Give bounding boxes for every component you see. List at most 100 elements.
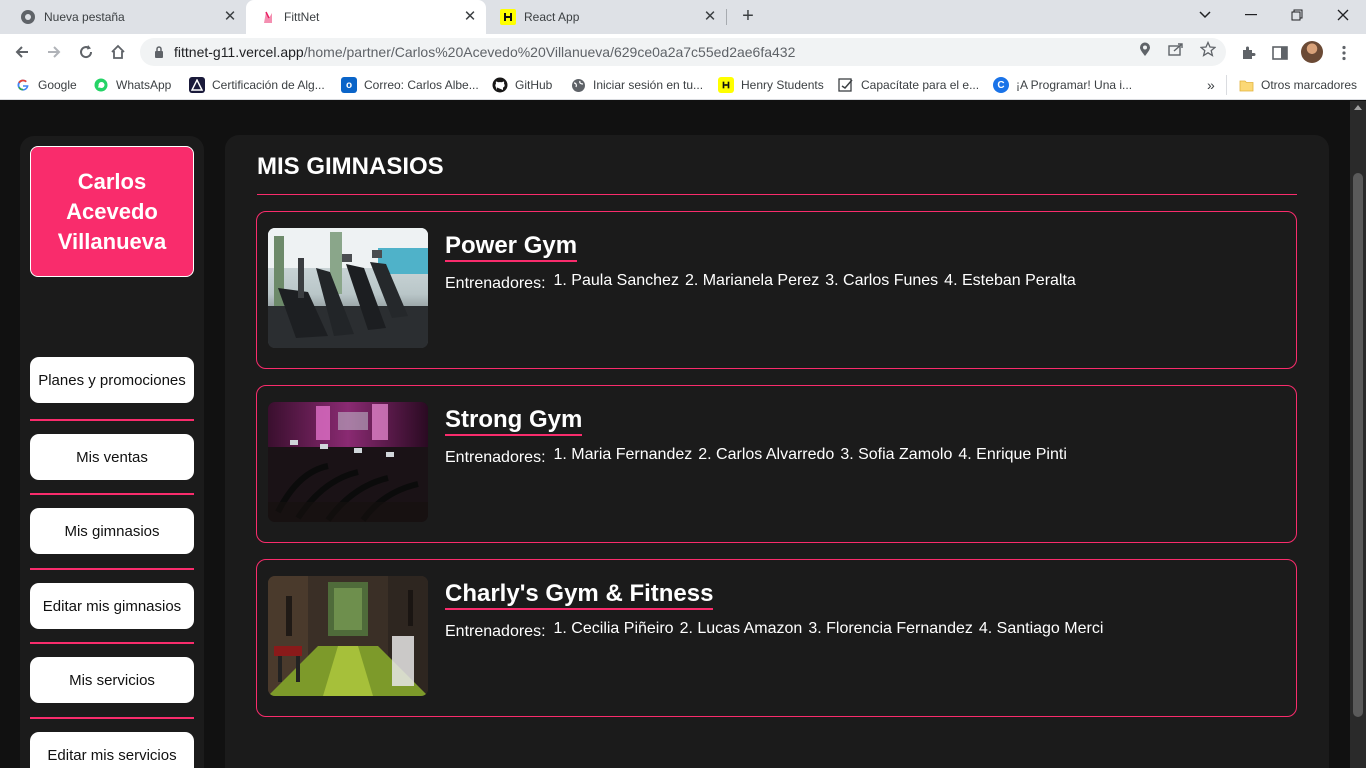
home-icon <box>111 44 125 59</box>
fittnet-icon <box>260 9 276 25</box>
partner-name: Carlos Acevedo Villanueva <box>57 168 167 254</box>
bookmark-iniciar-sesion[interactable]: Iniciar sesión en tu... <box>570 75 703 95</box>
bookmarks-overflow-button[interactable]: » <box>1207 75 1215 95</box>
tab-title: Nueva pestaña <box>44 10 125 24</box>
bookmark-whatsapp[interactable]: WhatsApp <box>93 75 171 95</box>
close-icon[interactable]: ✕ <box>462 9 478 25</box>
editar-mis-gimnasios-button[interactable]: Editar mis gimnasios <box>30 583 194 629</box>
bookmark-otros-marcadores[interactable]: Otros marcadores <box>1238 75 1357 95</box>
sidebar: Carlos Acevedo Villanueva Planes y promo… <box>20 136 204 768</box>
bookmark-label: Certificación de Alg... <box>212 78 325 92</box>
bookmark-label: Correo: Carlos Albe... <box>364 78 479 92</box>
bookmark-google[interactable]: Google <box>15 75 77 95</box>
trainers-list: Entrenadores: 1. Cecilia Piñeiro 2. Luca… <box>445 620 1109 640</box>
browser-toolbar: fittnet-g11.vercel.app/home/partner/Carl… <box>0 34 1366 70</box>
share-icon[interactable] <box>1167 40 1185 58</box>
gym-card: Power Gym Entrenadores: 1. Paula Sanchez… <box>256 211 1297 369</box>
bookmark-capacitate[interactable]: Capacítate para el e... <box>838 75 979 95</box>
button-label: Mis servicios <box>69 671 155 689</box>
bookmark-label: Henry Students <box>741 78 824 92</box>
bookmark-label: ¡A Programar! Una i... <box>1016 78 1133 92</box>
bookmark-certificacion[interactable]: Certificación de Alg... <box>189 75 325 95</box>
folder-icon <box>1238 77 1254 93</box>
programar-icon: C <box>993 77 1009 93</box>
close-icon[interactable]: ✕ <box>222 9 238 25</box>
editar-mis-servicios-button[interactable]: Editar mis servicios <box>30 732 194 768</box>
location-icon[interactable] <box>1136 40 1154 58</box>
button-label: Planes y promociones <box>38 371 186 389</box>
bookmark-label: Google <box>38 78 77 92</box>
close-icon[interactable]: ✕ <box>702 9 718 25</box>
home-button[interactable] <box>106 41 130 63</box>
bookmark-star-icon[interactable] <box>1199 40 1217 58</box>
bookmark-correo[interactable]: o Correo: Carlos Albe... <box>341 75 479 95</box>
tab-react-app[interactable]: React App ✕ <box>486 0 726 34</box>
trainer-item: 3. Florencia Fernandez <box>808 620 973 637</box>
avatar[interactable] <box>1301 41 1323 63</box>
github-icon <box>492 77 508 93</box>
chrome-icon <box>20 9 36 25</box>
tab-fittnet[interactable]: FittNet ✕ <box>246 0 486 34</box>
bookmark-a-programar[interactable]: C ¡A Programar! Una i... <box>993 75 1132 95</box>
tab-title: FittNet <box>284 10 320 24</box>
more-menu-icon[interactable] <box>1334 43 1354 63</box>
bookmark-label: Capacítate para el e... <box>861 78 980 92</box>
globe-icon <box>570 77 586 93</box>
trainer-item: 2. Lucas Amazon <box>679 620 803 637</box>
forward-button[interactable] <box>42 41 66 63</box>
gym-card: Strong Gym Entrenadores: 1. Maria Fernan… <box>256 385 1297 543</box>
arrow-right-icon <box>48 46 61 58</box>
trainers-list: Entrenadores: 1. Maria Fernandez 2. Carl… <box>445 446 1073 466</box>
trainer-item: 4. Enrique Pinti <box>958 446 1067 463</box>
url-text: fittnet-g11.vercel.app/home/partner/Carl… <box>174 44 795 60</box>
address-bar[interactable]: fittnet-g11.vercel.app/home/partner/Carl… <box>140 38 1226 66</box>
extensions-icon[interactable] <box>1238 43 1258 63</box>
mis-ventas-button[interactable]: Mis ventas <box>30 434 194 480</box>
menu-divider <box>30 642 194 644</box>
restore-button[interactable] <box>1274 0 1320 30</box>
gym-card: Charly's Gym & Fitness Entrenadores: 1. … <box>256 559 1297 717</box>
reload-icon <box>80 45 93 59</box>
reload-button[interactable] <box>74 41 98 63</box>
certificate-icon <box>838 77 854 93</box>
tab-divider <box>726 9 727 25</box>
bookmark-label: Iniciar sesión en tu... <box>593 78 704 92</box>
bookmark-github[interactable]: GitHub <box>492 75 552 95</box>
arrow-left-icon <box>15 46 28 58</box>
page-scrollbar[interactable] <box>1350 101 1366 768</box>
whatsapp-icon <box>93 77 109 93</box>
back-button[interactable] <box>10 41 34 63</box>
tab-search-button[interactable] <box>1182 0 1228 30</box>
button-label: Mis gimnasios <box>64 522 160 540</box>
side-panel-icon[interactable] <box>1270 43 1290 63</box>
url-host: fittnet-g11.vercel.app <box>174 44 304 60</box>
browser-tabstrip: Nueva pestaña ✕ FittNet ✕ React App ✕ + <box>0 0 1366 34</box>
partner-name-card: Carlos Acevedo Villanueva <box>30 146 194 277</box>
menu-divider <box>30 568 194 570</box>
gym-image <box>268 576 428 696</box>
main-panel: MIS GIMNASIOS Power Gym Entrenadores: 1.… <box>225 135 1329 768</box>
menu-divider <box>30 717 194 719</box>
planes-y-promociones-button[interactable]: Planes y promociones <box>30 357 194 403</box>
mis-servicios-button[interactable]: Mis servicios <box>30 657 194 703</box>
trainers-label: Entrenadores: <box>445 623 546 640</box>
bookmark-henry-students[interactable]: Henry Students <box>718 75 824 95</box>
button-label: Editar mis gimnasios <box>42 597 182 615</box>
bookmark-label: GitHub <box>515 78 553 92</box>
lock-icon[interactable] <box>152 45 166 59</box>
bookmark-label: Otros marcadores <box>1261 78 1358 92</box>
page-title: MIS GIMNASIOS <box>257 153 444 180</box>
close-window-button[interactable] <box>1320 0 1366 30</box>
trainer-item: 3. Carlos Funes <box>825 272 939 289</box>
tab-nueva-pestana[interactable]: Nueva pestaña ✕ <box>0 0 246 34</box>
bookmarks-bar: Google WhatsApp Certificación de Alg... … <box>0 70 1366 100</box>
scroll-up-arrow[interactable] <box>1354 105 1362 110</box>
gym-name[interactable]: Strong Gym <box>445 406 583 436</box>
trainer-item: 3. Sofia Zamolo <box>840 446 953 463</box>
scrollbar-thumb[interactable] <box>1353 173 1363 717</box>
mis-gimnasios-button[interactable]: Mis gimnasios <box>30 508 194 554</box>
gym-name[interactable]: Power Gym <box>445 232 578 262</box>
new-tab-button[interactable]: + <box>737 6 759 28</box>
minimize-button[interactable] <box>1228 0 1274 30</box>
gym-name[interactable]: Charly's Gym & Fitness <box>445 580 714 610</box>
